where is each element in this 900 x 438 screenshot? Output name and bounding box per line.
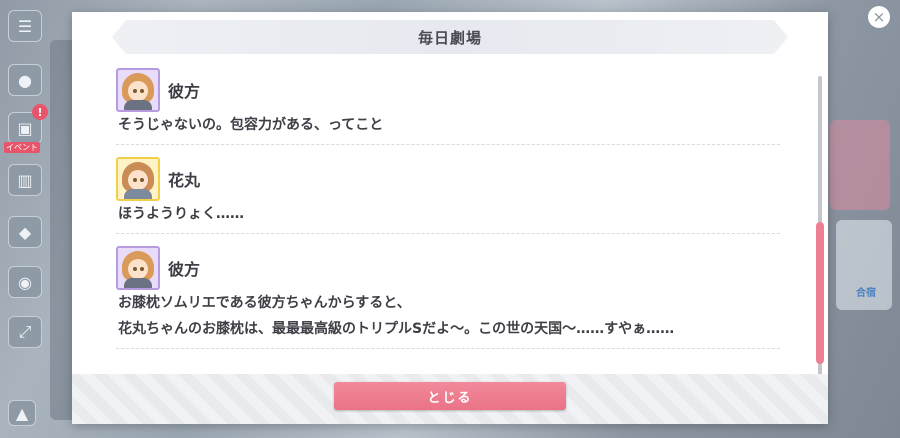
kanata-portrait-icon xyxy=(116,68,160,112)
chat-button[interactable]: ● xyxy=(8,64,42,96)
log-entry: 彼方 そうじゃないの。包容力がある、ってこと xyxy=(116,68,780,145)
scrollbar-thumb[interactable] xyxy=(816,222,824,364)
menu-button[interactable]: ☰ xyxy=(8,10,42,42)
story-log-dialog: 毎日劇場 彼方 そうじゃないの。包容力がある、ってこと 花丸 ほうようりょく……… xyxy=(72,12,828,424)
gem-icon: ◆ xyxy=(18,222,32,242)
speaker-name: 彼方 xyxy=(168,260,201,279)
chat-icon: ● xyxy=(18,70,32,90)
person-icon: ▲ xyxy=(15,403,29,423)
hanamaru-portrait-icon xyxy=(116,157,160,201)
notification-badge: ! xyxy=(32,104,48,120)
speaker-row: 彼方 xyxy=(116,246,780,290)
gift-button[interactable]: ▥ xyxy=(8,164,42,196)
background-close-icon[interactable]: × xyxy=(868,6,890,28)
bottom-left-button[interactable]: ▲ xyxy=(8,400,36,426)
log-entry: 彼方 お膝枕ソムリエである彼方ちゃんからすると、 花丸ちゃんのお膝枕は、最最最高… xyxy=(116,246,780,349)
dialogue-log[interactable]: 彼方 そうじゃないの。包容力がある、ってこと 花丸 ほうようりょく…… 彼方 お… xyxy=(116,68,780,386)
members-button[interactable]: ◉ xyxy=(8,266,42,298)
speaker-row: 花丸 xyxy=(116,157,780,201)
dialogue-line: 花丸ちゃんのお膝枕は、最最最高級のトリプルSだよ〜。この世の天国〜……すやぁ…… xyxy=(118,321,675,337)
camp-label: 合宿 xyxy=(856,288,876,299)
dialog-title: 毎日劇場 xyxy=(417,28,482,47)
event-icon: ▣ xyxy=(17,118,33,138)
log-entry: 花丸 ほうようりょく…… xyxy=(116,157,780,234)
bg-poster xyxy=(830,120,890,210)
speaker-name: 彼方 xyxy=(168,82,201,101)
dialogue-line: ほうようりょく…… xyxy=(118,206,244,222)
dialogue-line: そうじゃないの。包容力がある、ってこと xyxy=(118,117,384,133)
speaker-row: 彼方 xyxy=(116,68,780,112)
expand-icon: ⤢ xyxy=(18,322,32,341)
event-label: イベント xyxy=(4,142,40,153)
speaker-name: 花丸 xyxy=(168,171,201,190)
hamburger-icon: ☰ xyxy=(17,16,33,36)
gem-button[interactable]: ◆ xyxy=(8,216,42,248)
close-button[interactable]: とじる xyxy=(334,382,566,410)
expand-button[interactable]: ⤢ xyxy=(8,316,42,348)
dialog-title-bar: 毎日劇場 xyxy=(112,20,788,54)
kanata-portrait-icon xyxy=(116,246,160,290)
dialogue-line: お膝枕ソムリエである彼方ちゃんからすると、 xyxy=(118,295,411,311)
gift-icon: ▥ xyxy=(17,170,33,190)
members-icon: ◉ xyxy=(18,272,32,292)
